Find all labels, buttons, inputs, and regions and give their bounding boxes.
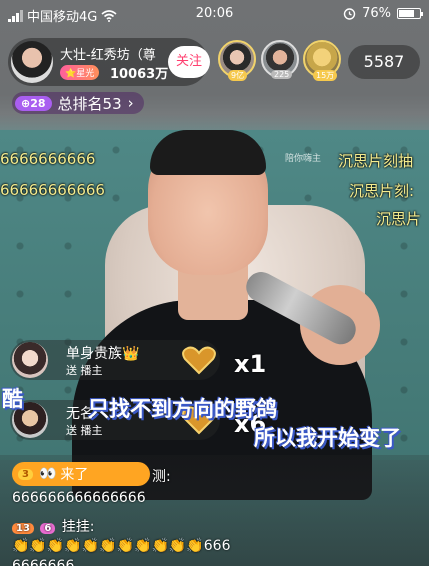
chat-message: 6666666 — [12, 558, 75, 566]
rank-banner[interactable]: ⊕28 总排名53 › — [12, 92, 144, 114]
eyes-icon: 👀 — [38, 466, 57, 482]
rank-pill: ⊕28 — [15, 95, 52, 111]
top-viewer-avatar[interactable]: 225 — [261, 40, 299, 79]
follow-button[interactable]: 关注 — [168, 46, 210, 78]
welcome-text: 来了 — [60, 467, 89, 483]
user-level-badge: 13 — [12, 523, 34, 534]
lyric-line: 所以我开始变了 — [254, 426, 401, 450]
rank-label: 总排名53 — [57, 94, 122, 113]
watermark: 陪你嗨主 — [285, 154, 322, 164]
user-level-badge: 3 — [18, 468, 33, 480]
host-avatar[interactable] — [11, 41, 53, 83]
danmaku-message: 沉思片 — [376, 210, 422, 228]
chevron-right-icon: › — [127, 94, 134, 112]
danmaku-message: 6666666666 — [0, 150, 96, 168]
fan-badge: 6 — [40, 523, 56, 534]
lyric-line: 只找不到方向的野鸽 — [88, 397, 277, 421]
host-fans-count: 10063万 — [110, 67, 169, 82]
chat-message-suffix: 测: — [152, 469, 171, 485]
heart-gift-icon — [182, 346, 216, 375]
alarm-icon — [343, 8, 356, 20]
gift-recipient: 送 播主 — [66, 364, 103, 377]
danmaku-message: 66666666666 — [0, 181, 105, 199]
gifter-name: 单身贵族👑 — [66, 346, 140, 362]
chat-message-suffix: 666 — [203, 538, 231, 554]
chat-message: 666666666666666 — [12, 490, 146, 506]
top-viewer-avatar[interactable]: 15万 — [303, 40, 341, 81]
viewer-count[interactable]: 5587 — [348, 45, 420, 79]
viewer-badge: 15万 — [313, 70, 338, 81]
danmaku-message: 沉思片刻: — [349, 182, 415, 200]
host-level-badge: ⭐星光 — [60, 65, 100, 80]
viewer-badge: 225 — [271, 70, 293, 79]
top-viewer-avatar[interactable]: 9亿 — [218, 40, 256, 81]
clap-emoji: 👏👏👏👏👏👏👏👏👏👏👏 — [12, 538, 204, 554]
battery-percent: 76% — [362, 6, 391, 21]
streamer-hair — [150, 130, 266, 175]
host-name: 大壮-红秀坊（尊 — [60, 48, 156, 63]
danmaku-message: 沉思片刻抽 — [338, 152, 414, 170]
gifter-avatar[interactable] — [12, 342, 48, 378]
chat-message: 13 6 挂挂: — [12, 516, 95, 536]
chat-username: 挂挂: — [61, 519, 95, 535]
viewer-badge: 9亿 — [228, 70, 248, 81]
welcome-banner: 3 👀 来了 — [12, 462, 150, 486]
battery-icon — [397, 8, 423, 19]
gift-count: x1 — [234, 350, 267, 378]
lyric-fragment: 酷 — [2, 387, 23, 411]
chat-message: 👏👏👏👏👏👏👏👏👏👏👏666 — [12, 538, 230, 554]
status-bar: 中国移动4G 20:06 76% — [0, 0, 429, 28]
gift-recipient: 送 播主 — [66, 424, 103, 437]
